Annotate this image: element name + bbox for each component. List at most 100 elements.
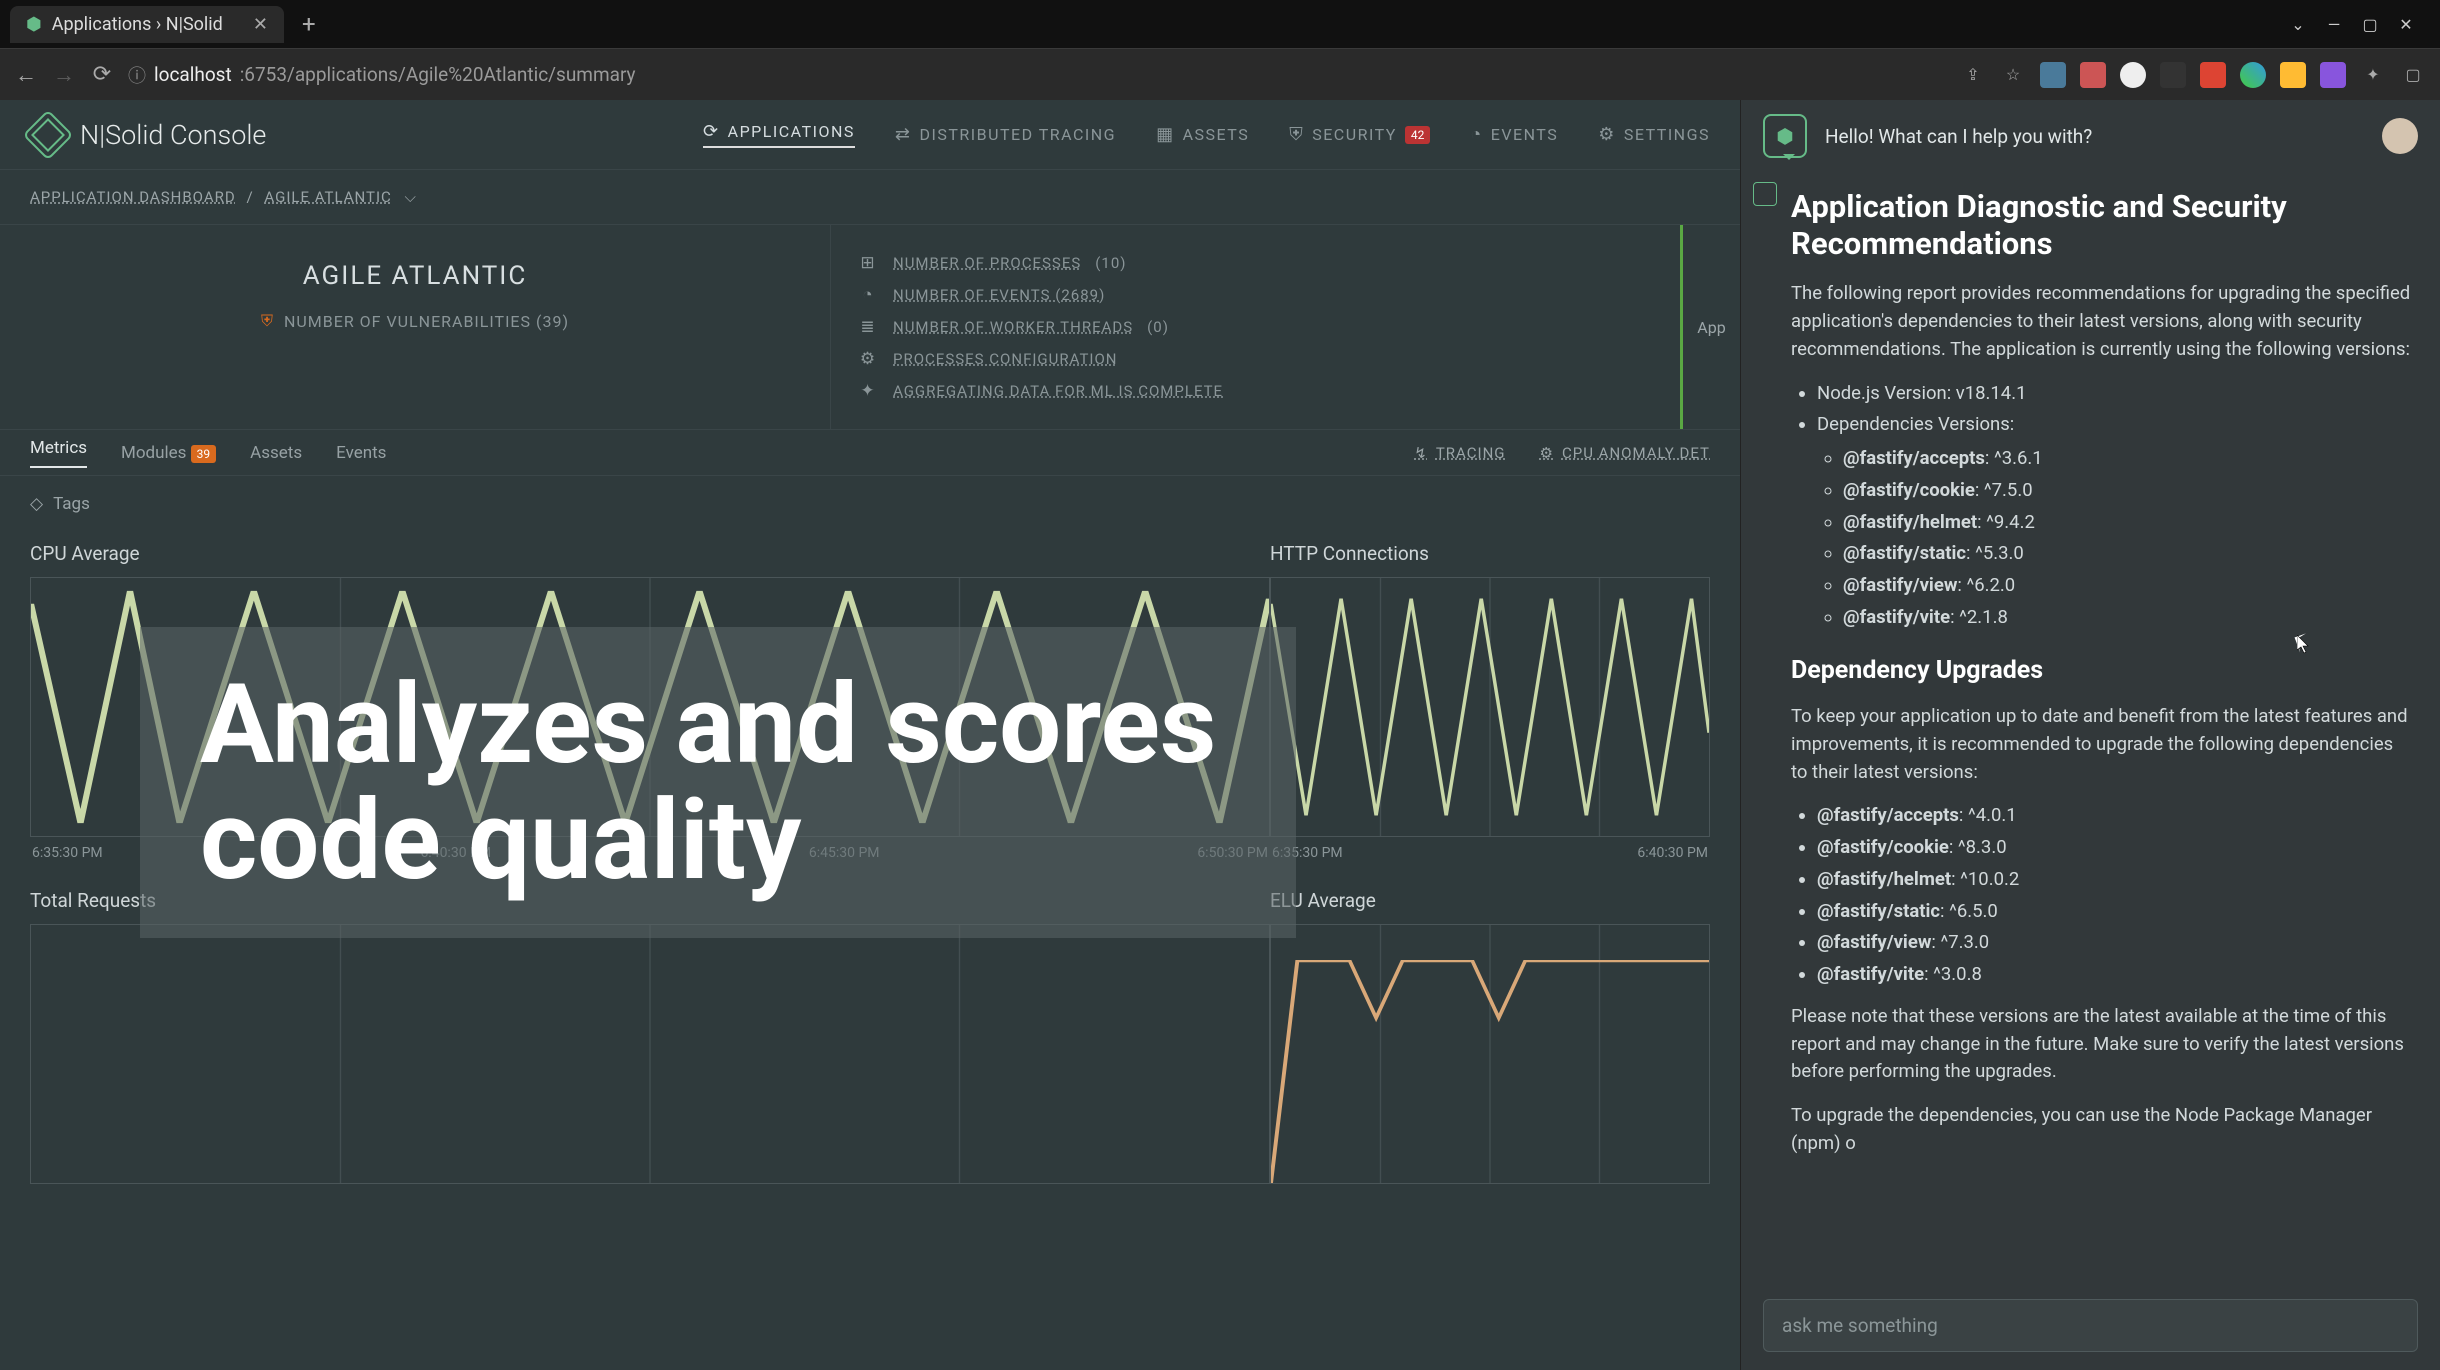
x-tick: 6:40:30 PM xyxy=(1637,845,1708,861)
summary-stats: ⊞NUMBER OF PROCESSES(10)◔NUMBER OF EVENT… xyxy=(830,225,1680,429)
subtabs: Metrics Modules 39 Assets Events ↯TRACING ⚙C… xyxy=(0,430,1740,476)
product-name: N|Solid Console xyxy=(80,119,266,151)
nav-icon: ⟳ xyxy=(703,121,720,142)
upgrade-trail: To upgrade the dependencies, you can use… xyxy=(1791,1102,2414,1158)
chart-http: HTTP Connections 6:35:30 PM6:40:30 PM xyxy=(1270,532,1710,879)
breadcrumb-chevron-icon[interactable]: ⌵ xyxy=(405,188,417,206)
window-controls: ⌄ — ▢ ✕ xyxy=(2284,15,2440,34)
window-dropdown-icon[interactable]: ⌄ xyxy=(2284,15,2312,34)
chart-http-ticks: 6:35:30 PM6:40:30 PM xyxy=(1270,845,1710,861)
section-upgrades-title: Dependency Upgrades xyxy=(1791,652,2414,690)
nav-label: APPLICATIONS xyxy=(728,122,855,141)
new-tab-button[interactable]: + xyxy=(302,10,316,38)
ext-icon-1[interactable] xyxy=(2040,62,2066,88)
extensions-icon[interactable]: ✦ xyxy=(2360,62,2386,88)
bookmark-icon[interactable]: ☆ xyxy=(2000,62,2026,88)
overlay-caption: Analyzes and scorescode quality xyxy=(140,627,1296,938)
chat-body[interactable]: Application Diagnostic and Security Reco… xyxy=(1741,172,2440,1281)
app-topbar: N|Solid Console ⟳ APPLICATIONS ⇄DISTRIBUTE… xyxy=(0,100,1740,170)
dep-item: @fastify/static: ^5.3.0 xyxy=(1843,540,2414,568)
chat-input[interactable] xyxy=(1763,1299,2418,1352)
stat-line[interactable]: ◔NUMBER OF EVENTS (2689) xyxy=(857,279,1654,311)
browser-chrome: ⬢ Applications › N|Solid ✕ + ⌄ — ▢ ✕ ← →… xyxy=(0,0,2440,100)
subtab-metrics[interactable]: Metrics xyxy=(30,438,87,468)
report-title: Application Diagnostic and Security Reco… xyxy=(1791,188,2414,262)
url-path: :6753/applications/Agile%20Atlantic/summ… xyxy=(240,63,636,86)
chart-elu: ELU Average xyxy=(1270,879,1710,1202)
nav-label: SECURITY xyxy=(1312,125,1397,144)
chart-requests-canvas[interactable] xyxy=(30,924,1270,1184)
url-field[interactable]: ⓘ localhost :6753/applications/Agile%20At… xyxy=(128,62,636,88)
node-version: Node.js Version: v18.14.1 xyxy=(1817,380,2414,408)
nav-assets[interactable]: ▦ASSETS xyxy=(1156,121,1249,148)
subtab-assets[interactable]: Assets xyxy=(250,443,302,463)
tags-row[interactable]: ◇ Tags xyxy=(0,476,1740,532)
ext-icon-4[interactable] xyxy=(2160,62,2186,88)
chart-http-canvas[interactable] xyxy=(1270,577,1710,837)
subtab-modules[interactable]: Modules 39 xyxy=(121,443,216,463)
share-icon[interactable]: ⇪ xyxy=(1960,62,1986,88)
stat-label: PROCESSES CONFIGURATION xyxy=(893,350,1118,368)
upgrade-item: @fastify/vite: ^3.0.8 xyxy=(1817,961,2414,989)
back-button[interactable]: ← xyxy=(14,62,38,88)
summary-side[interactable]: App xyxy=(1680,225,1740,429)
stat-line[interactable]: ✦AGGREGATING DATA FOR ML IS COMPLETE xyxy=(857,375,1654,407)
window-minimize-icon[interactable]: — xyxy=(2320,15,2348,34)
panel-icon[interactable]: ▢ xyxy=(2400,62,2426,88)
chart-http-title: HTTP Connections xyxy=(1270,542,1710,565)
nav-icon: ⚙ xyxy=(1598,124,1616,145)
tab-favicon: ⬢ xyxy=(26,14,42,35)
ext-icon-2[interactable] xyxy=(2080,62,2106,88)
window-close-icon[interactable]: ✕ xyxy=(2392,15,2420,34)
browser-tab[interactable]: ⬢ Applications › N|Solid ✕ xyxy=(10,6,284,43)
forward-button[interactable]: → xyxy=(52,62,76,88)
assistant-msg-icon xyxy=(1753,182,1777,206)
nav-label: SETTINGS xyxy=(1624,125,1710,144)
nav-distributed-tracing[interactable]: ⇄DISTRIBUTED TRACING xyxy=(895,121,1116,148)
ext-icon-7[interactable] xyxy=(2280,62,2306,88)
chart-cpu-title: CPU Average xyxy=(30,542,1270,565)
ext-icon-8[interactable] xyxy=(2320,62,2346,88)
stat-label: NUMBER OF EVENTS (2689) xyxy=(893,286,1105,304)
report-intro: The following report provides recommenda… xyxy=(1791,280,2414,363)
nav-label: DISTRIBUTED TRACING xyxy=(919,125,1116,144)
stat-line[interactable]: ≣NUMBER OF WORKER THREADS(0) xyxy=(857,311,1654,343)
site-info-icon[interactable]: ⓘ xyxy=(128,62,146,88)
nav-security[interactable]: ⛨SECURITY42 xyxy=(1289,121,1430,148)
nav-applications[interactable]: ⟳ APPLICATIONS xyxy=(703,121,855,148)
dep-item: @fastify/helmet: ^9.4.2 xyxy=(1843,509,2414,537)
deps-label: Dependencies Versions: @fastify/accepts:… xyxy=(1817,411,2414,631)
nav-settings[interactable]: ⚙ SETTINGS xyxy=(1598,121,1710,148)
dep-item: @fastify/view: ^6.2.0 xyxy=(1843,572,2414,600)
product-logo[interactable]: N|Solid Console xyxy=(30,117,266,153)
user-avatar[interactable] xyxy=(2382,118,2418,154)
nav-events[interactable]: ◔EVENTS xyxy=(1470,121,1558,148)
tag-icon: ◇ xyxy=(30,494,43,514)
reload-button[interactable]: ⟳ xyxy=(90,62,114,87)
ext-icon-6[interactable] xyxy=(2240,62,2266,88)
mouse-cursor xyxy=(2297,635,2315,657)
summary-left: AGILE ATLANTIC ⛨ NUMBER OF VULNERABILITI… xyxy=(0,225,830,429)
upgrade-item: @fastify/helmet: ^10.0.2 xyxy=(1817,866,2414,894)
chart-elu-canvas[interactable] xyxy=(1270,924,1710,1184)
subtab-link-cpu-anomaly-det[interactable]: ⚙CPU ANOMALY DET xyxy=(1540,444,1710,462)
close-tab-icon[interactable]: ✕ xyxy=(253,14,268,35)
breadcrumb-current[interactable]: AGILE ATLANTIC xyxy=(264,188,391,206)
stat-line[interactable]: ⊞NUMBER OF PROCESSES(10) xyxy=(857,247,1654,279)
url-host: localhost xyxy=(154,63,232,86)
nav-label: EVENTS xyxy=(1491,125,1558,144)
ext-icon-3[interactable] xyxy=(2120,62,2146,88)
stat-value: (0) xyxy=(1147,318,1169,336)
ext-icon-5[interactable] xyxy=(2200,62,2226,88)
window-maximize-icon[interactable]: ▢ xyxy=(2356,15,2384,34)
nav-icon: ▦ xyxy=(1156,124,1175,145)
vulnerabilities-stat[interactable]: ⛨ NUMBER OF VULNERABILITIES (39) xyxy=(40,311,790,331)
stat-line[interactable]: ⚙PROCESSES CONFIGURATION xyxy=(857,343,1654,375)
dep-item: @fastify/vite: ^2.1.8 xyxy=(1843,604,2414,632)
summary-side-label: App xyxy=(1697,318,1725,337)
chat-greeting: Hello! What can I help you with? xyxy=(1825,125,2092,148)
subtab-link-tracing[interactable]: ↯TRACING xyxy=(1414,444,1505,462)
stat-label: AGGREGATING DATA FOR ML IS COMPLETE xyxy=(893,382,1223,400)
subtab-events[interactable]: Events xyxy=(336,443,386,463)
breadcrumb-root[interactable]: APPLICATION DASHBOARD xyxy=(30,188,236,206)
